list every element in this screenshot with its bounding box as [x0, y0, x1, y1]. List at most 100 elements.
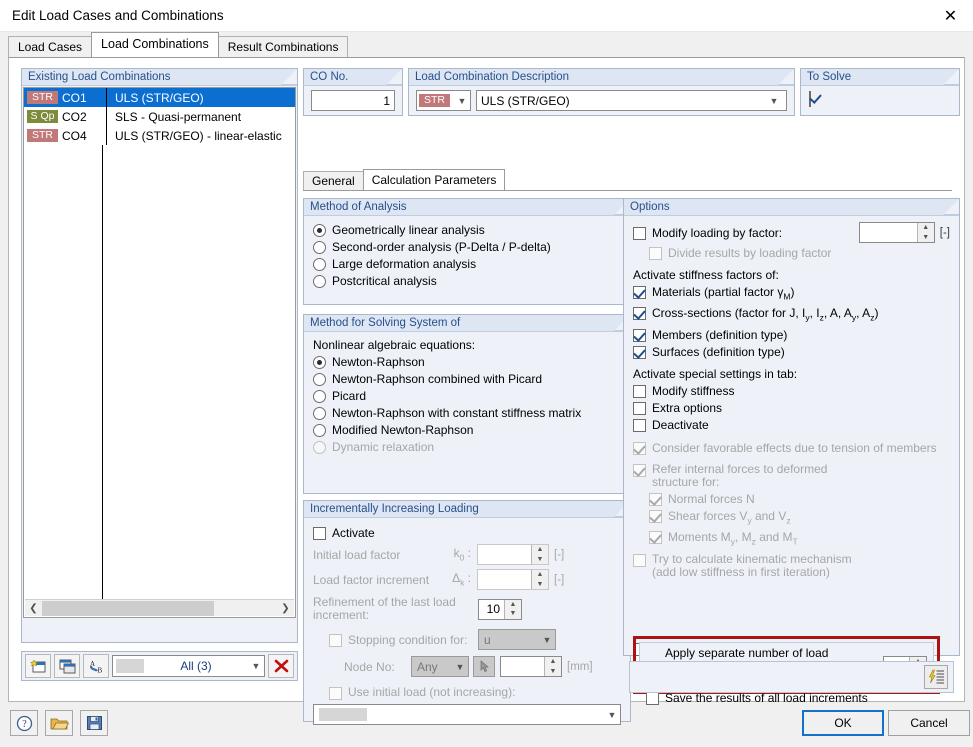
spinner-buttons[interactable]: ▲▼ — [531, 570, 548, 589]
row-description: SLS - Quasi-permanent — [115, 110, 241, 124]
spinner-buttons[interactable]: ▲▼ — [531, 545, 548, 564]
tab-result-combinations[interactable]: Result Combinations — [218, 36, 349, 57]
tab-load-combinations[interactable]: Load Combinations — [91, 32, 219, 57]
copy-combination-icon[interactable] — [54, 654, 80, 678]
help-question-icon[interactable]: ? — [10, 710, 38, 736]
radio-second-order[interactable]: Second-order analysis (P-Delta / P-delta… — [313, 240, 621, 254]
spinner-down-icon: ▼ — [532, 555, 548, 565]
new-combination-icon[interactable] — [25, 654, 51, 678]
chevron-down-icon[interactable]: ▼ — [454, 96, 470, 106]
description-value: ULS (STR/GEO) — [481, 94, 766, 108]
to-solve-checkbox[interactable] — [809, 91, 811, 107]
radio-indicator — [313, 356, 326, 369]
radio-newton-raphson[interactable]: Newton-Raphson — [313, 355, 621, 369]
solver-method-panel: Method for Solving System of Nonlinear a… — [303, 314, 631, 494]
use-initial-load-checkbox[interactable] — [329, 687, 342, 700]
checkbox-indicator — [313, 527, 326, 540]
spinner-buttons[interactable]: ▲▼ — [544, 657, 561, 676]
modify-loading-label: Modify loading by factor: — [652, 226, 859, 240]
checkbox-indicator — [649, 510, 662, 523]
scrollbar-thumb[interactable] — [42, 601, 214, 616]
modify-loading-row: Modify loading by factor: ▲▼ [-] — [633, 222, 950, 243]
chevron-right-icon[interactable]: ❯ — [277, 603, 294, 614]
spinner-buttons[interactable]: ▲▼ — [917, 223, 934, 242]
checkbox-surfaces[interactable]: Surfaces (definition type) — [633, 345, 950, 359]
modify-loading-input[interactable]: ▲▼ — [859, 222, 935, 243]
use-initial-load-label: Use initial load (not increasing): — [348, 685, 515, 699]
initial-load-factor-input[interactable]: ▲▼ — [477, 544, 549, 565]
checkbox-deactivate[interactable]: Deactivate — [633, 418, 950, 432]
table-row[interactable]: STR CO1 ULS (STR/GEO) — [24, 88, 295, 107]
co-no-field[interactable]: 1 — [311, 90, 395, 111]
load-combinations-list[interactable]: STR CO1 ULS (STR/GEO) S Qp CO2 SLS - Qua… — [23, 87, 296, 618]
chevron-down-icon[interactable]: ▼ — [539, 635, 555, 645]
radio-geometrically-linear[interactable]: Geometrically linear analysis — [313, 223, 621, 237]
initial-load-factor-symbol: k0 : — [443, 546, 471, 562]
node-limit-input[interactable]: ▲▼ — [500, 656, 562, 677]
ok-button[interactable]: OK — [802, 710, 884, 736]
radio-postcritical[interactable]: Postcritical analysis — [313, 274, 621, 288]
delete-red-x-icon[interactable] — [268, 654, 294, 678]
refinement-label: Refinement of the last load increment: — [313, 596, 478, 622]
checkbox-indicator — [649, 531, 662, 544]
filter-combobox[interactable]: All (3) ▼ — [112, 655, 265, 677]
activate-incremental-checkbox[interactable]: Activate — [313, 526, 621, 540]
radio-indicator — [313, 390, 326, 403]
tab-load-cases[interactable]: Load Cases — [8, 36, 92, 57]
table-row[interactable]: STR CO4 ULS (STR/GEO) - linear-elastic — [24, 126, 295, 145]
filter-color-swatch — [116, 659, 144, 673]
radio-large-deformation[interactable]: Large deformation analysis — [313, 257, 621, 271]
checkbox-indicator — [633, 442, 646, 455]
checkbox-modify-stiffness[interactable]: Modify stiffness — [633, 384, 950, 398]
horizontal-scrollbar[interactable]: ❮ ❯ — [25, 599, 294, 616]
radio-indicator — [313, 224, 326, 237]
tab-calculation-parameters[interactable]: Calculation Parameters — [363, 169, 506, 190]
co-no-title: CO No. — [304, 69, 402, 86]
modify-loading-checkbox[interactable] — [633, 227, 646, 240]
pick-node-icon[interactable] — [473, 656, 495, 677]
radio-newton-raphson-picard[interactable]: Newton-Raphson combined with Picard — [313, 372, 621, 386]
tab-general[interactable]: General — [303, 171, 364, 190]
stopping-condition-combobox[interactable]: u ▼ — [478, 629, 556, 650]
close-icon[interactable]: ✕ — [928, 0, 973, 32]
rename-combination-icon[interactable]: A B — [83, 654, 109, 678]
node-no-combobox[interactable]: Any ▼ — [411, 656, 469, 677]
radio-modified-newton-raphson[interactable]: Modified Newton-Raphson — [313, 423, 621, 437]
checkbox-moments: Moments My, Mz and MT — [649, 530, 950, 548]
chevron-down-icon[interactable]: ▼ — [452, 662, 468, 672]
load-factor-increment-input[interactable]: ▲▼ — [477, 569, 549, 590]
window-titlebar: Edit Load Cases and Combinations ✕ — [0, 0, 973, 32]
chevron-left-icon[interactable]: ❮ — [25, 603, 42, 614]
stopping-condition-checkbox[interactable] — [329, 634, 342, 647]
checkbox-materials[interactable]: Materials (partial factor γM) — [633, 285, 950, 303]
table-row[interactable]: S Qp CO2 SLS - Quasi-permanent — [24, 107, 295, 126]
calculation-diagram-icon[interactable] — [924, 665, 948, 689]
radio-newton-raphson-constant-stiffness[interactable]: Newton-Raphson with constant stiffness m… — [313, 406, 621, 420]
refinement-input[interactable]: 10 ▲▼ — [478, 599, 522, 620]
chevron-down-icon[interactable]: ▼ — [248, 661, 264, 671]
save-disk-icon[interactable] — [80, 710, 108, 736]
materials-label: Materials (partial factor γM) — [652, 285, 794, 303]
open-folder-icon[interactable] — [45, 710, 73, 736]
options-title: Options — [624, 199, 959, 216]
checkbox-members[interactable]: Members (definition type) — [633, 328, 950, 342]
checkbox-extra-options[interactable]: Extra options — [633, 401, 950, 415]
radio-picard[interactable]: Picard — [313, 389, 621, 403]
deactivate-label: Deactivate — [652, 418, 709, 432]
refer-internal-line2: structure for: — [652, 475, 719, 489]
solver-subtitle: Nonlinear algebraic equations: — [313, 338, 621, 352]
svg-text:B: B — [97, 666, 102, 674]
radio-label: Geometrically linear analysis — [332, 223, 485, 237]
design-situation-combobox[interactable]: STR ▼ — [416, 90, 471, 111]
svg-text:?: ? — [22, 719, 27, 730]
checkbox-favorable-effects: Consider favorable effects due to tensio… — [633, 441, 950, 455]
description-field[interactable]: ULS (STR/GEO) ▼ — [476, 90, 787, 111]
cancel-button[interactable]: Cancel — [888, 710, 970, 736]
chevron-down-icon[interactable]: ▼ — [766, 96, 782, 106]
column-divider-extension — [102, 145, 103, 599]
checkbox-indicator — [649, 493, 662, 506]
checkbox-cross-sections[interactable]: Cross-sections (factor for J, Iy, Iz, A,… — [633, 306, 950, 324]
spinner-buttons[interactable]: ▲▼ — [504, 600, 521, 619]
checkbox-indicator — [633, 464, 646, 477]
status-badge: S Qp — [27, 110, 58, 123]
